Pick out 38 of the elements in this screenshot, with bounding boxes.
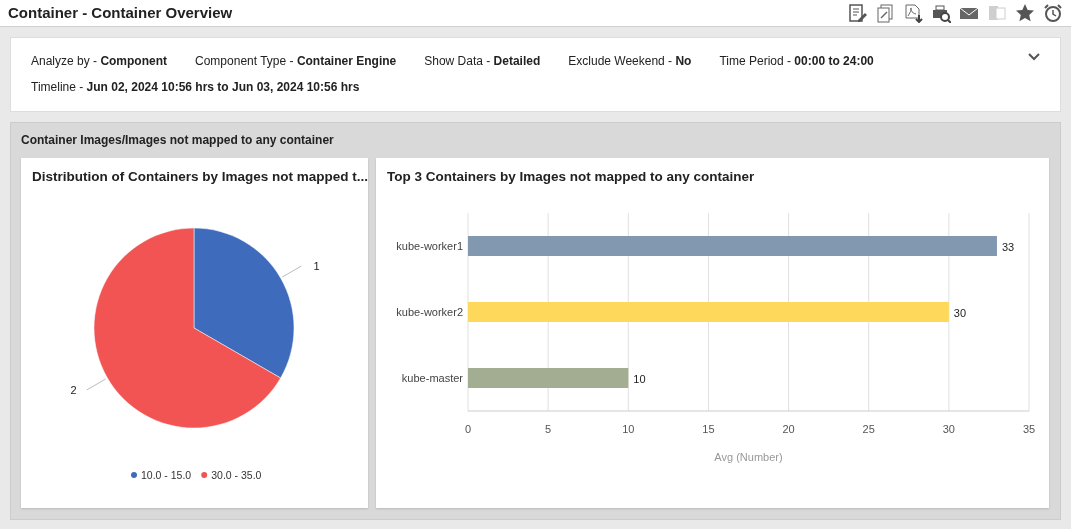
axis-tick-label: 30	[942, 423, 955, 435]
filter-text: Show Data - Detailed	[424, 53, 541, 70]
documents-icon[interactable]	[875, 3, 895, 23]
filter-text: Component Type - Container Engine	[195, 53, 397, 70]
axis-title: Avg (Number)	[714, 451, 783, 463]
axis-tick-label: 25	[862, 423, 875, 435]
axis-category-label: kube-master	[401, 372, 463, 384]
page-title: Container - Container Overview	[8, 4, 233, 22]
leader-line	[86, 378, 107, 391]
alarm-clock-icon[interactable]	[1043, 3, 1063, 23]
chart-title: Top 3 Containers by Images not mapped to any container	[386, 168, 756, 186]
chart-title: Distribution of Containers by Images not mapped t...	[31, 168, 370, 186]
leader-line	[281, 265, 302, 278]
axis-tick-label: 35	[1022, 423, 1036, 435]
print-preview-icon[interactable]	[931, 3, 951, 23]
axis-tick-label: 0	[464, 423, 472, 435]
pdf-download-icon[interactable]	[903, 3, 923, 23]
data-label: 30	[953, 307, 967, 319]
section-title: Container Images/Images not mapped to any container	[21, 132, 334, 149]
chevron-down-icon[interactable]	[1028, 53, 1040, 61]
filter-text: Time Period - 00:00 to 24:00	[719, 53, 874, 70]
axis-tick-label: 10	[622, 423, 635, 435]
star-icon[interactable]	[1015, 3, 1035, 23]
axis-tick-label: 5	[545, 423, 552, 435]
data-label: 10	[633, 373, 646, 385]
filter-text: Timeline - Jun 02, 2024 10:56 hrs to Jun 03, 2024 10:56 hrs	[31, 79, 360, 96]
data-label: 2	[70, 384, 77, 396]
axis-category-label: kube-worker1	[396, 240, 463, 252]
axis-tick-label: 15	[702, 423, 715, 435]
axis-tick-label: 20	[782, 423, 795, 435]
axis-category-label: kube-worker2	[396, 306, 463, 318]
legend-label: 30.0 - 35.0	[211, 469, 262, 481]
document-pen-icon[interactable]	[847, 3, 867, 23]
filter-text: Exclude Weekend - No	[568, 53, 692, 70]
legend-label: 10.0 - 15.0	[141, 469, 192, 481]
filter-text: Analyze by - Component	[31, 53, 168, 70]
data-label: 1	[313, 260, 320, 272]
data-label: 33	[1001, 241, 1015, 253]
